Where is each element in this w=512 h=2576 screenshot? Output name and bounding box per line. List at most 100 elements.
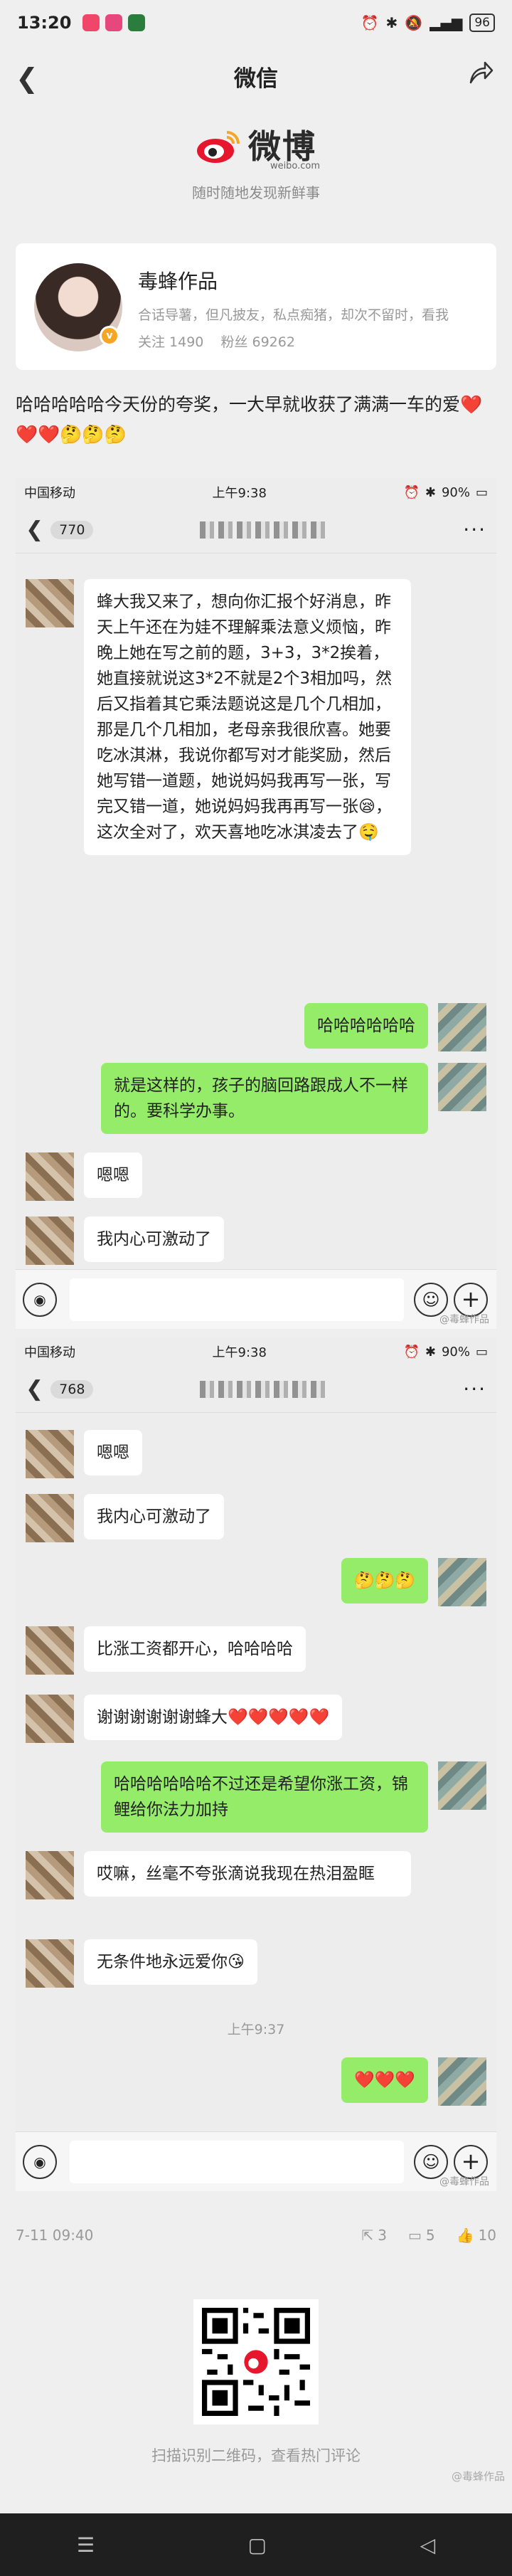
chat-message: 嗯嗯 bbox=[26, 1430, 152, 1478]
screenshot-status-right: ⏰ ✱ 90% ▭ bbox=[403, 485, 488, 500]
my-avatar bbox=[438, 2057, 486, 2106]
message-bubble: 我内心可激动了 bbox=[84, 1217, 224, 1262]
message-bubble: 哈哈哈哈哈哈 bbox=[304, 1003, 428, 1049]
chat-message: 蜂大我又来了，想向你汇报个好消息，昨天上午还在为娃不理解乘法意义烦恼，昨晚上她在… bbox=[26, 579, 421, 855]
page-watermark: @毒蜂作品 bbox=[451, 2470, 505, 2483]
alarm-icon: ⏰ bbox=[403, 1344, 420, 1359]
screenshot-time: 上午9:38 bbox=[212, 1345, 267, 1360]
chat-screenshot-1[interactable]: 中国移动 上午9:38 ⏰ ✱ 90% ▭ ❮ 770 ··· 蜂大我又来了，想向你汇… bbox=[16, 478, 496, 1329]
contact-avatar bbox=[26, 579, 74, 627]
status-icons: ⏰ ✱ 🔕 ▂▄▆ 96 bbox=[361, 14, 495, 32]
profile-card[interactable]: v 毒蜂作品 合话导薯，但凡披友，私点痴猪，却次不留时，看我 关注 1490 粉… bbox=[16, 243, 496, 370]
follow-count: 关注 1490 bbox=[138, 334, 204, 350]
comment-icon: ▭ bbox=[408, 2227, 422, 2244]
chat-message: 🤔🤔🤔 bbox=[331, 1558, 486, 1606]
battery-icon: 96 bbox=[469, 14, 495, 32]
chat-back-icon: ❮ bbox=[26, 1377, 44, 1401]
voice-icon: ◉ bbox=[23, 2145, 57, 2179]
chat-header: ❮ 770 ··· bbox=[16, 507, 496, 553]
comment-count: 5 bbox=[425, 2227, 435, 2244]
fans-count: 粉丝 69262 bbox=[220, 334, 295, 350]
post-emojis: 🤔🤔🤔 bbox=[60, 424, 127, 445]
profile-name[interactable]: 毒蜂作品 bbox=[138, 266, 218, 295]
unread-count: 770 bbox=[50, 520, 94, 539]
chat-input-bar: ◉ ☺ + @毒蜂作品 bbox=[16, 2131, 496, 2191]
weibo-url: weibo.com bbox=[270, 161, 321, 171]
carrier-label: 中国移动 bbox=[24, 1345, 75, 1360]
back-icon[interactable]: ❮ bbox=[16, 63, 38, 94]
nav-bar: ❮ 微信 bbox=[0, 46, 512, 107]
chat-message: 无条件地永远爱你😘 bbox=[26, 1939, 267, 1988]
status-time: 13:20 bbox=[17, 13, 72, 33]
my-avatar bbox=[438, 1761, 486, 1810]
screenshot-time: 上午9:38 bbox=[212, 486, 267, 501]
contact-avatar bbox=[26, 1217, 74, 1265]
message-bubble: 我内心可激动了 bbox=[84, 1494, 224, 1539]
my-avatar bbox=[438, 1558, 486, 1606]
verified-badge-icon: v bbox=[100, 326, 119, 346]
weibo-brand: 微博 weibo.com 随时随地发现新鲜事 bbox=[0, 128, 512, 221]
repost-button[interactable]: ⇱ 3 bbox=[362, 2227, 388, 2244]
chat-message: 谢谢谢谢谢谢蜂大❤️❤️❤️❤️❤️ bbox=[26, 1695, 352, 1743]
blurred-contact-name bbox=[200, 1380, 329, 1398]
qr-hint: 扫描识别二维码，查看热门评论 bbox=[151, 2447, 361, 2464]
weibo-slogan: 随时随地发现新鲜事 bbox=[192, 184, 320, 201]
chat-screenshot-2[interactable]: 中国移动 上午9:38 ⏰ ✱ 90% ▭ ❮ 768 ··· 嗯嗯 我内心可激动了 … bbox=[16, 1337, 496, 2191]
battery-percent: 90% bbox=[441, 1344, 470, 1359]
post-meta: 7-11 09:40 ⇱ 3 ▭ 5 👍 10 bbox=[16, 2221, 496, 2249]
battery-percent: 90% bbox=[441, 484, 470, 500]
contact-avatar bbox=[26, 1851, 74, 1899]
chat-input-field bbox=[70, 1278, 404, 1321]
screenshot-status-right: ⏰ ✱ 90% ▭ bbox=[403, 1345, 488, 1359]
qr-code[interactable] bbox=[193, 2299, 319, 2424]
chat-message: 嗯嗯 bbox=[26, 1152, 152, 1201]
chat-message: 我内心可激动了 bbox=[26, 1217, 234, 1265]
chat-input-bar: ◉ ☺ + @毒蜂作品 bbox=[16, 1269, 496, 1329]
contact-avatar bbox=[26, 1430, 74, 1478]
qr-code-icon bbox=[202, 2308, 310, 2416]
chat-header: ❮ 768 ··· bbox=[16, 1366, 496, 1413]
blurred-contact-name bbox=[200, 521, 329, 539]
message-bubble: 哈哈哈哈哈哈不过还是希望你涨工资，锦鲤给你法力加持 bbox=[101, 1761, 428, 1833]
like-count: 10 bbox=[478, 2227, 496, 2244]
page: 13:20 ⏰ ✱ 🔕 ▂▄▆ 96 ❮ 微信 微博 weibo.com 随时随… bbox=[0, 0, 512, 2576]
back-triangle-icon[interactable]: ◁ bbox=[420, 2533, 436, 2557]
my-avatar bbox=[438, 1003, 486, 1051]
chat-input-field bbox=[70, 2141, 404, 2183]
app-icon-red bbox=[82, 14, 100, 31]
post-text: 哈哈哈哈哈今天份的夸奖，一大早就收获了满满一车的爱❤️❤️❤️🤔🤔🤔 bbox=[16, 390, 499, 450]
post-body: 哈哈哈哈哈今天份的夸奖，一大早就收获了满满一车的爱 bbox=[16, 394, 461, 415]
like-button[interactable]: 👍 10 bbox=[457, 2227, 496, 2244]
comment-button[interactable]: ▭ 5 bbox=[408, 2227, 435, 2244]
message-bubble: 就是这样的，孩子的脑回路跟成人不一样的。要科学办事。 bbox=[101, 1063, 428, 1134]
contact-avatar bbox=[26, 1695, 74, 1743]
more-icon: ··· bbox=[463, 1377, 486, 1401]
weibo-logo-icon bbox=[197, 131, 240, 163]
post-date: 7-11 09:40 bbox=[16, 2227, 94, 2244]
screenshot-watermark: @毒蜂作品 bbox=[439, 2176, 489, 2188]
unread-count: 768 bbox=[50, 1379, 94, 1399]
mute-icon: 🔕 bbox=[405, 14, 423, 31]
alarm-icon: ⏰ bbox=[403, 484, 420, 500]
app-icon-pink bbox=[105, 14, 123, 31]
message-bubble: ❤️❤️❤️ bbox=[341, 2057, 428, 2103]
message-bubble: 蜂大我又来了，想向你汇报个好消息，昨天上午还在为娃不理解乘法意义烦恼，昨晚上她在… bbox=[84, 579, 411, 855]
weibo-logo-text: 微博 bbox=[248, 127, 316, 166]
time-divider: 上午9:37 bbox=[227, 2022, 285, 2037]
share-icon[interactable] bbox=[466, 58, 495, 87]
chat-message: 哎嘛，丝毫不夸张滴说我现在热泪盈眶 bbox=[26, 1851, 421, 1899]
message-bubble: 嗯嗯 bbox=[84, 1152, 142, 1198]
menu-icon[interactable]: ☰ bbox=[77, 2533, 95, 2557]
screenshot-watermark: @毒蜂作品 bbox=[439, 1314, 489, 1325]
chat-message: 就是这样的，孩子的脑回路跟成人不一样的。要科学办事。 bbox=[91, 1063, 486, 1134]
repost-count: 3 bbox=[378, 2227, 387, 2244]
more-icon: ··· bbox=[463, 518, 486, 541]
home-icon[interactable]: ▢ bbox=[248, 2533, 267, 2557]
page-title: 微信 bbox=[234, 65, 278, 92]
contact-avatar bbox=[26, 1626, 74, 1675]
profile-description: 合话导薯，但凡披友，私点痴猪，却次不留时，看我 bbox=[138, 307, 449, 323]
carrier-label: 中国移动 bbox=[24, 486, 75, 501]
message-bubble: 哎嘛，丝毫不夸张滴说我现在热泪盈眶 bbox=[84, 1851, 411, 1897]
profile-stats: 关注 1490 粉丝 69262 bbox=[138, 332, 308, 351]
alarm-icon: ⏰ bbox=[361, 14, 379, 31]
